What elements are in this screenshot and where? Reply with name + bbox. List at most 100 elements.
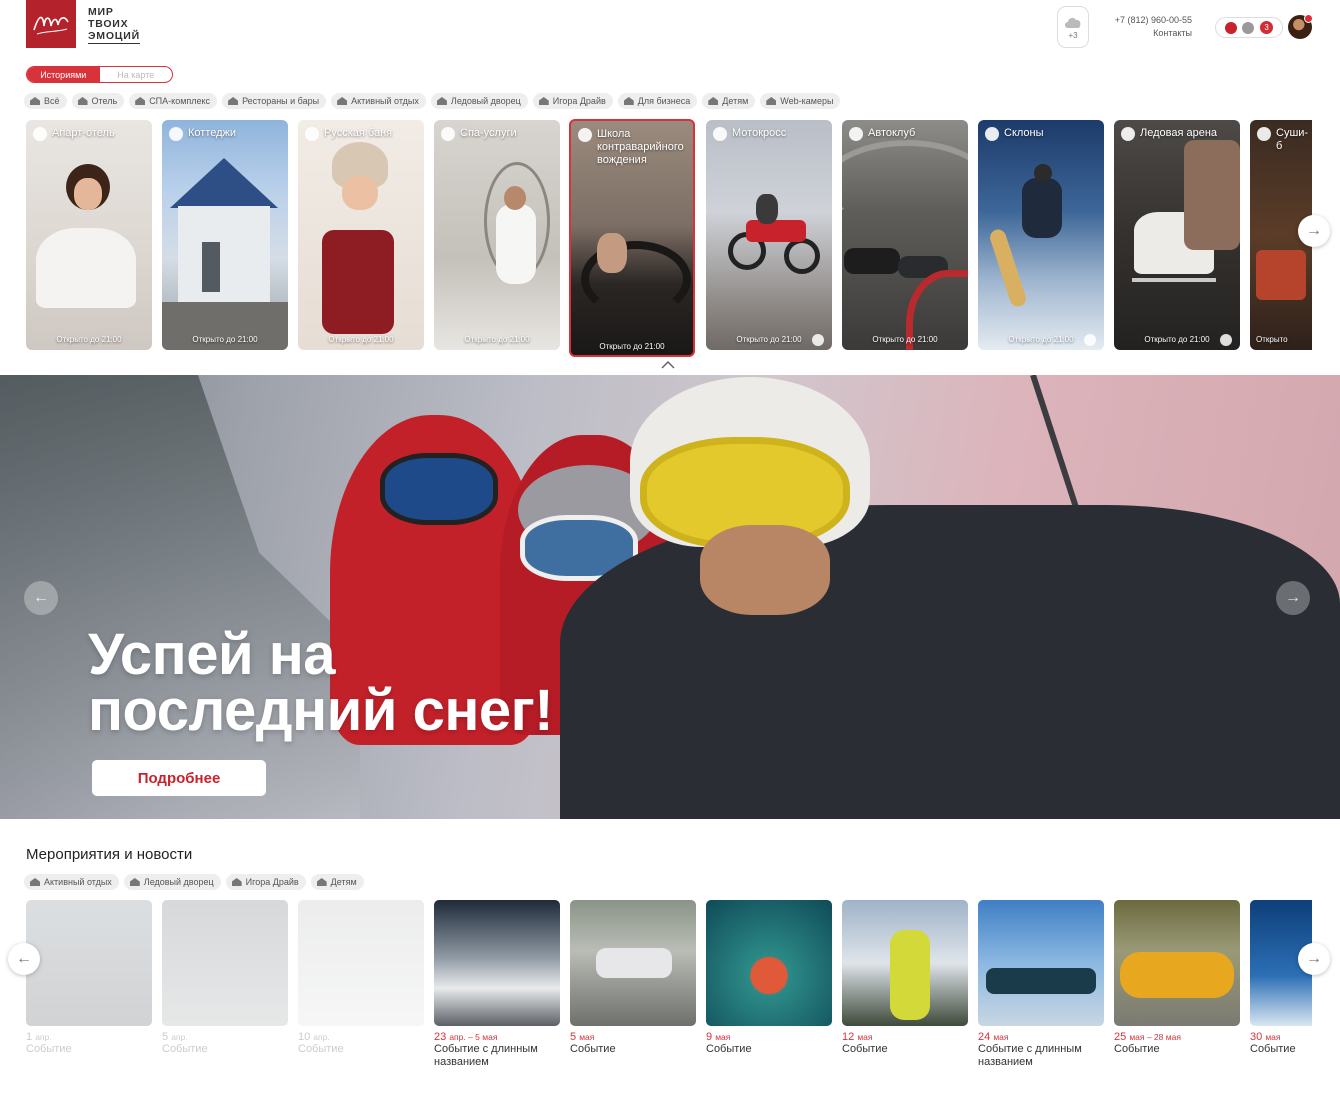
user-actions[interactable]: 3 — [1215, 17, 1283, 38]
event-month: мая — [579, 1032, 595, 1042]
event-month: мая — [1265, 1032, 1281, 1042]
event-photo-car — [596, 948, 672, 978]
hero-details-button[interactable]: Подробнее — [92, 760, 266, 796]
phone-number[interactable]: +7 (812) 960-00-55 — [1100, 14, 1192, 27]
chip-ice-palace[interactable]: Ледовый дворец — [430, 93, 528, 109]
toggle-map[interactable]: На карте — [100, 67, 173, 82]
arena-icon — [129, 878, 140, 886]
hero-banner: Успей на последний снег! Подробнее ← → — [0, 375, 1340, 819]
story-card[interactable]: Коттеджи Открыто до 21:00 — [162, 120, 288, 350]
event-card[interactable]: 1 апр. Событие — [26, 900, 152, 1056]
event-month: апр. — [171, 1032, 188, 1042]
chip-kids[interactable]: Детям — [702, 93, 756, 109]
event-month: мая — [715, 1032, 731, 1042]
event-card[interactable]: 5 апр. Событие — [162, 900, 288, 1056]
event-date: 5 мая — [570, 1031, 696, 1043]
chip-kids[interactable]: Детям — [310, 874, 364, 890]
event-name: Событие — [162, 1043, 208, 1055]
chip-ice-palace[interactable]: Ледовый дворец — [123, 874, 221, 890]
event-card[interactable]: 9 мая Событие — [706, 900, 832, 1056]
story-card[interactable]: Автоклуб Открыто до 21:00 — [842, 120, 968, 350]
event-month: апр. — [35, 1032, 52, 1042]
stories-next-button[interactable]: → — [1298, 215, 1330, 247]
chip-restaurants[interactable]: Рестораны и бары — [222, 93, 327, 109]
event-photo-car — [1120, 952, 1234, 998]
event-card[interactable]: 25 мая – 28 мая Событие — [1114, 900, 1240, 1056]
story-hours: Открыто до 21:00 — [192, 335, 258, 344]
hero-next-button[interactable]: → — [1276, 581, 1310, 615]
badge-icon — [1220, 334, 1232, 346]
event-name: Событие — [1250, 1043, 1296, 1055]
logo[interactable] — [26, 0, 76, 48]
steering-wheel-icon — [713, 127, 727, 141]
story-card[interactable]: Спа-услуги Открыто до 21:00 — [434, 120, 560, 350]
events-next-button[interactable]: → — [1298, 943, 1330, 975]
avatar[interactable] — [1288, 14, 1313, 39]
story-title: Склоны — [1004, 127, 1044, 139]
event-card[interactable]: 10 апр. Событие — [298, 900, 424, 1056]
chip-hotel[interactable]: Отель — [71, 93, 125, 109]
weather-widget[interactable]: +3 — [1057, 6, 1089, 48]
event-card[interactable]: 12 мая Событие — [842, 900, 968, 1056]
event-thumbnail — [26, 900, 152, 1026]
chip-active-rest[interactable]: Активный отдых — [24, 874, 119, 890]
chip-label: Отель — [91, 96, 118, 106]
story-card-active[interactable]: Школа контраварийного вождения Открыто д… — [569, 119, 695, 357]
event-date: 23 апр. – 5 мая — [434, 1031, 560, 1043]
chip-label: Детям — [722, 96, 749, 106]
person-icon — [708, 97, 719, 105]
story-photo-face — [504, 186, 526, 210]
weather-temperature: +3 — [1068, 30, 1078, 40]
story-hours: Открыто до 21:00 — [56, 335, 122, 344]
story-label: Русская баня — [305, 127, 418, 141]
story-card[interactable]: Русская баня Открыто до 21:00 — [298, 120, 424, 350]
contacts-link[interactable]: Контакты — [1100, 27, 1192, 40]
event-photo-person — [890, 930, 930, 1020]
event-card-partial[interactable]: 30 мая Событие — [1250, 900, 1312, 1056]
event-card[interactable]: 23 апр. – 5 мая Событие с длинным назван… — [434, 900, 560, 1068]
logo-wordmark[interactable]: МИР ТВОИХ ЭМОЦИЙ — [88, 6, 140, 44]
contacts-block[interactable]: +7 (812) 960-00-55 Контакты — [1100, 14, 1192, 40]
event-month: апр. — [313, 1032, 330, 1042]
hero-prev-button[interactable]: ← — [24, 581, 58, 615]
events-section-title: Мероприятия и новости — [26, 846, 193, 863]
event-day: 12 — [842, 1031, 855, 1043]
story-card[interactable]: Склоны Открыто до 21:00 — [978, 120, 1104, 350]
story-label: Ледовая арена — [1121, 127, 1234, 141]
story-photo-bike — [746, 220, 806, 242]
event-day: 10 — [298, 1031, 311, 1043]
chip-igora-drive[interactable]: Игора Драйв — [532, 93, 613, 109]
spa-icon — [135, 97, 146, 105]
event-name: Событие — [26, 1043, 72, 1055]
event-month: мая – 28 мая — [1129, 1032, 1181, 1042]
chip-label: Ледовый дворец — [450, 96, 521, 106]
story-card[interactable]: Мотокросс Открыто до 21:00 — [706, 120, 832, 350]
chip-all[interactable]: Всё — [24, 93, 67, 109]
chevron-up-icon[interactable] — [661, 361, 675, 369]
building-icon — [623, 97, 634, 105]
chip-webcams[interactable]: Web-камеры — [760, 93, 841, 109]
events-prev-button[interactable]: ← — [8, 943, 40, 975]
home-icon — [30, 97, 40, 105]
hero-title-line-1: Успей на — [88, 622, 336, 687]
story-photo-helmet — [1034, 164, 1052, 182]
event-card[interactable]: 24 мая Событие с длинным названием — [978, 900, 1104, 1068]
event-day: 5 — [570, 1031, 577, 1043]
toggle-stories[interactable]: Историями — [27, 67, 100, 82]
bell-icon[interactable] — [1224, 21, 1237, 34]
message-icon[interactable] — [1242, 21, 1255, 34]
story-card[interactable]: Апарт-отель Открыто до 21:00 — [26, 120, 152, 350]
chip-spa[interactable]: СПА-комплекс — [129, 93, 218, 109]
event-day: 9 — [706, 1031, 713, 1043]
chip-active-rest[interactable]: Активный отдых — [331, 93, 426, 109]
event-month: мая — [857, 1032, 873, 1042]
chip-igora-drive[interactable]: Игора Драйв — [225, 874, 306, 890]
event-name: Событие — [1114, 1043, 1160, 1055]
events-filters: Активный отдых Ледовый дворец Игора Драй… — [24, 874, 364, 890]
event-card[interactable]: 5 мая Событие — [570, 900, 696, 1056]
chip-label: СПА-комплекс — [149, 96, 211, 106]
event-date: 25 мая – 28 мая — [1114, 1031, 1240, 1043]
chip-business[interactable]: Для бизнеса — [617, 93, 698, 109]
story-card[interactable]: Ледовая арена Открыто до 21:00 — [1114, 120, 1240, 350]
event-month: апр. – 5 мая — [449, 1032, 498, 1042]
